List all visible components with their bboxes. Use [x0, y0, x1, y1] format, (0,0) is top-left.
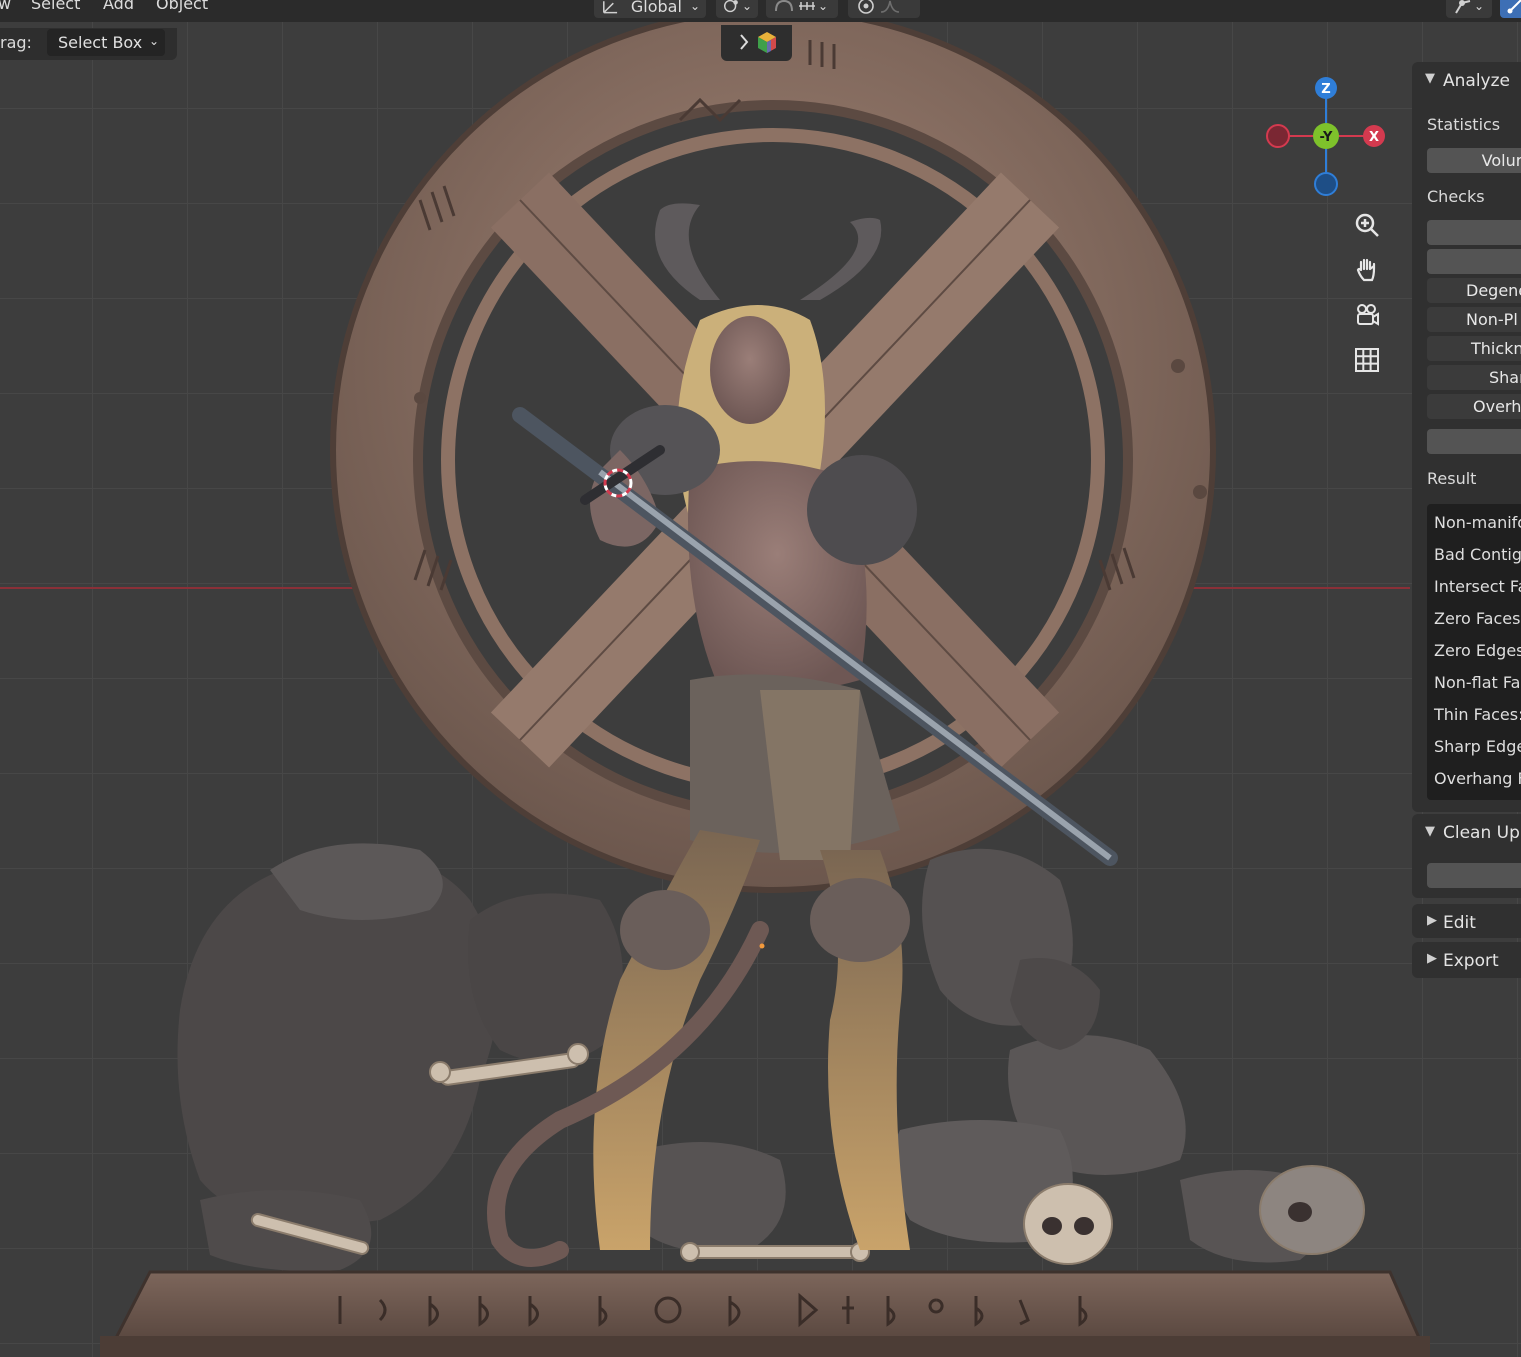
analyze-panel-title[interactable]: Analyze — [1443, 71, 1510, 91]
volume-button[interactable]: Volur — [1427, 148, 1521, 173]
orientation-icon — [603, 1, 618, 14]
gizmo-y-label: -Y — [1320, 130, 1333, 145]
chevron-right-icon: ▶ — [1427, 913, 1437, 928]
chevron-down-icon: ⌄ — [741, 0, 752, 13]
chevron-down-icon: ⌄ — [818, 0, 829, 13]
gizmo-neg-z-axis — [1314, 172, 1338, 196]
pan-button[interactable] — [1348, 251, 1386, 289]
cleanup-panel-title[interactable]: Clean Up — [1443, 823, 1520, 843]
result-item[interactable]: Sharp Edge — [1434, 737, 1521, 756]
check-sharp-button[interactable]: Shar — [1427, 365, 1521, 390]
pivot-icon — [723, 0, 738, 13]
snap-increment-icon — [799, 2, 815, 10]
overlay-icon — [1507, 0, 1521, 14]
menu-select[interactable]: Select — [31, 0, 80, 13]
check-thickness-button[interactable]: Thickn — [1427, 336, 1521, 361]
expand-chevron-icon — [740, 32, 776, 53]
drag-select-box-dropdown[interactable]: Select Box ⌄ — [47, 29, 165, 56]
menu-object[interactable]: Object — [156, 0, 208, 13]
check-overhang-button[interactable]: Overha — [1427, 394, 1521, 419]
proportional-editing-toggle[interactable] — [848, 0, 920, 18]
chevron-down-icon: ⌄ — [1474, 0, 1485, 13]
hand-icon — [1356, 258, 1376, 282]
grid-icon — [1355, 348, 1379, 372]
statistics-label: Statistics — [1427, 115, 1501, 134]
header-bar: w Select Add Object Global ⌄ ⌄ ⌄ ⌄ — [0, 0, 1521, 22]
result-item[interactable]: Non-manifo — [1434, 513, 1521, 532]
result-item[interactable]: Intersect Fa — [1434, 577, 1521, 596]
check-degenerate-label: Degene — [1466, 281, 1521, 300]
ortho-perspective-button[interactable] — [1348, 341, 1386, 379]
cleanup-button[interactable] — [1427, 863, 1521, 888]
snap-toggle[interactable]: ⌄ — [766, 0, 838, 18]
chevron-down-icon[interactable]: ▼ — [1425, 71, 1435, 86]
3d-viewport[interactable] — [0, 0, 1521, 1357]
transform-orientation-dropdown[interactable]: Global ⌄ — [594, 0, 706, 18]
rocks — [177, 843, 1323, 1271]
volume-button-label: Volur — [1481, 151, 1521, 170]
check-all-button[interactable] — [1427, 220, 1521, 245]
export-panel[interactable]: ▶ Export — [1412, 942, 1521, 978]
chevron-down-icon[interactable]: ▼ — [1425, 824, 1435, 839]
edit-panel-title[interactable]: Edit — [1443, 913, 1476, 933]
navigation-gizmo[interactable]: Z X -Y — [1262, 74, 1392, 198]
check-overhang-label: Overha — [1473, 397, 1521, 416]
result-item[interactable]: Bad Contigu — [1434, 545, 1521, 564]
result-item[interactable]: Non-flat Fa — [1434, 673, 1520, 692]
gizmo-toggle-icon — [1455, 0, 1471, 14]
result-item[interactable]: Overhang F — [1434, 769, 1521, 788]
result-label: Result — [1427, 469, 1477, 488]
falloff-curve-icon — [880, 0, 900, 13]
zoom-icon — [1355, 213, 1379, 237]
zoom-button[interactable] — [1348, 206, 1386, 244]
gizmo-z-label: Z — [1321, 82, 1330, 97]
chevron-down-icon: ⌄ — [689, 0, 700, 13]
chevron-right-icon: ▶ — [1427, 951, 1437, 966]
analyze-panel: ▼ Analyze Statistics Volur Checks Degene… — [1412, 62, 1521, 812]
check-thickness-label: Thickn — [1471, 339, 1521, 358]
overlays-toggle[interactable] — [1500, 0, 1521, 18]
proportional-edit-icon — [858, 0, 874, 14]
origin-dot — [759, 943, 765, 949]
check-solid-button[interactable] — [1427, 249, 1521, 274]
camera-icon — [1357, 304, 1379, 326]
check-degenerate-button[interactable]: Degene — [1427, 278, 1521, 303]
check-non-planar-button[interactable]: Non-Pl — [1427, 307, 1521, 332]
gizmo-x-label: X — [1369, 130, 1379, 145]
checks-label: Checks — [1427, 187, 1485, 206]
sidebar-3d-print-toolbox: ▼ Analyze Statistics Volur Checks Degene… — [1410, 62, 1521, 1062]
menu-view[interactable]: w — [0, 0, 11, 13]
result-item[interactable]: Thin Faces: — [1434, 705, 1521, 724]
export-panel-title[interactable]: Export — [1443, 951, 1499, 971]
check-non-planar-label: Non-Pl — [1466, 310, 1518, 329]
cleanup-panel: ▼ Clean Up — [1412, 814, 1521, 898]
check-intersections-button[interactable] — [1427, 429, 1521, 454]
drag-value: Select Box — [58, 33, 143, 52]
menu-add[interactable]: Add — [103, 0, 134, 13]
pivot-point-dropdown[interactable]: ⌄ — [716, 0, 758, 18]
result-list: Non-manifo Bad Contigu Intersect Fa Zero… — [1427, 504, 1521, 800]
check-sharp-label: Shar — [1489, 368, 1521, 387]
edit-panel[interactable]: ▶ Edit — [1412, 904, 1521, 938]
viewport-gizmos-dropdown[interactable]: ⌄ — [1446, 0, 1492, 18]
sculpture-render — [100, 7, 1430, 1357]
result-item[interactable]: Zero Edges — [1434, 641, 1521, 660]
orientation-value: Global — [630, 0, 682, 16]
result-item[interactable]: Zero Faces: — [1434, 609, 1521, 628]
base — [100, 1270, 1430, 1357]
magnet-icon — [775, 0, 793, 12]
gizmo-neg-x-axis — [1266, 124, 1290, 148]
drag-label: rag: — [0, 33, 32, 52]
camera-view-button[interactable] — [1348, 296, 1386, 334]
collapsed-region-tab[interactable] — [721, 25, 792, 61]
color-cube-icon — [758, 32, 776, 53]
chevron-down-icon: ⌄ — [148, 34, 159, 48]
